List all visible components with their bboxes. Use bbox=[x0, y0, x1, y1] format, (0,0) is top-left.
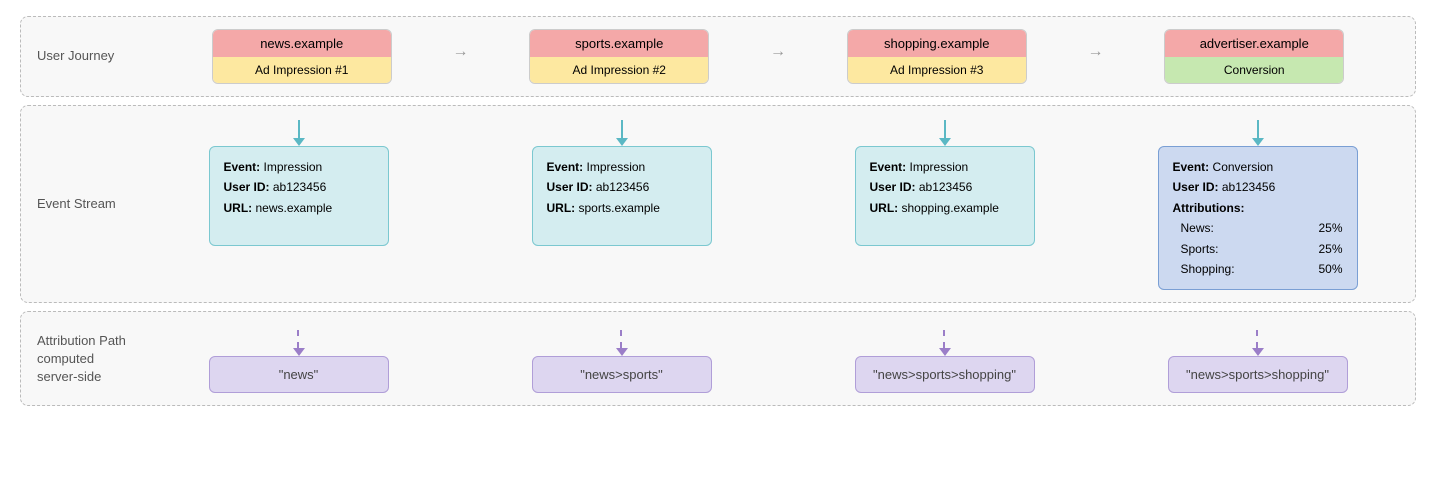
journey-event-1: Ad Impression #1 bbox=[213, 57, 391, 83]
attrib-box-4: "news>sports>shopping" bbox=[1168, 356, 1348, 393]
event-4-sports: Sports:25% bbox=[1173, 239, 1343, 259]
event-1-url: URL: news.example bbox=[224, 198, 374, 218]
attrib-step-3: "news>sports>shopping" bbox=[803, 324, 1086, 393]
user-journey-section: User Journey news.example Ad Impression … bbox=[20, 16, 1416, 97]
journey-step-4: advertiser.example Conversion bbox=[1110, 29, 1400, 84]
purple-arrow-1 bbox=[293, 328, 305, 356]
journey-step-3: shopping.example Ad Impression #3 bbox=[792, 29, 1082, 84]
purple-arrow-4 bbox=[1252, 328, 1264, 356]
event-step-4: Event: Conversion User ID: ab123456 Attr… bbox=[1116, 118, 1399, 290]
teal-arrow-1 bbox=[293, 118, 305, 146]
event-step-2: Event: Impression User ID: ab123456 URL:… bbox=[480, 118, 763, 290]
event-3-event: Event: Impression bbox=[870, 157, 1020, 177]
journey-event-2: Ad Impression #2 bbox=[530, 57, 708, 83]
attrib-box-3: "news>sports>shopping" bbox=[855, 356, 1035, 393]
journey-site-2: sports.example bbox=[530, 30, 708, 57]
event-box-2: Event: Impression User ID: ab123456 URL:… bbox=[532, 146, 712, 246]
event-2-event: Event: Impression bbox=[547, 157, 697, 177]
journey-event-3: Ad Impression #3 bbox=[848, 57, 1026, 83]
attrib-box-1: "news" bbox=[209, 356, 389, 393]
event-step-1: Event: Impression User ID: ab123456 URL:… bbox=[157, 118, 440, 290]
event-1-event: Event: Impression bbox=[224, 157, 374, 177]
attrib-step-4: "news>sports>shopping" bbox=[1116, 324, 1399, 393]
event-box-1: Event: Impression User ID: ab123456 URL:… bbox=[209, 146, 389, 246]
journey-arrow-3: → bbox=[1082, 43, 1110, 71]
teal-arrow-4 bbox=[1252, 118, 1264, 146]
event-stream-label: Event Stream bbox=[37, 118, 157, 290]
event-box-3: Event: Impression User ID: ab123456 URL:… bbox=[855, 146, 1035, 246]
event-4-news: News:25% bbox=[1173, 218, 1343, 238]
user-journey-label: User Journey bbox=[37, 29, 157, 84]
event-4-userid: User ID: ab123456 bbox=[1173, 177, 1343, 197]
journey-step-2: sports.example Ad Impression #2 bbox=[475, 29, 765, 84]
journey-site-1: news.example bbox=[213, 30, 391, 57]
diagram: User Journey news.example Ad Impression … bbox=[0, 0, 1436, 430]
attribution-content: "news" "news>sports" "news>sports>shoppi… bbox=[157, 324, 1399, 393]
attribution-section: Attribution Path computed server-side "n… bbox=[20, 311, 1416, 406]
spacer-3 bbox=[1086, 118, 1116, 290]
event-box-4: Event: Conversion User ID: ab123456 Attr… bbox=[1158, 146, 1358, 290]
journey-box-1: news.example Ad Impression #1 bbox=[212, 29, 392, 84]
spacer-2 bbox=[763, 118, 803, 290]
event-stream-section: Event Stream Event: Impression User ID: … bbox=[20, 105, 1416, 303]
attrib-step-1: "news" bbox=[157, 324, 440, 393]
journey-arrow-2: → bbox=[764, 43, 792, 71]
teal-arrow-2 bbox=[616, 118, 628, 146]
event-3-url: URL: shopping.example bbox=[870, 198, 1020, 218]
journey-event-4: Conversion bbox=[1165, 57, 1343, 83]
attribution-label: Attribution Path computed server-side bbox=[37, 324, 157, 393]
event-content: Event: Impression User ID: ab123456 URL:… bbox=[157, 118, 1399, 290]
journey-box-2: sports.example Ad Impression #2 bbox=[529, 29, 709, 84]
purple-arrow-3 bbox=[939, 328, 951, 356]
attrib-step-2: "news>sports" bbox=[480, 324, 763, 393]
teal-arrow-3 bbox=[939, 118, 951, 146]
journey-box-4: advertiser.example Conversion bbox=[1164, 29, 1344, 84]
event-4-event: Event: Conversion bbox=[1173, 157, 1343, 177]
event-2-userid: User ID: ab123456 bbox=[547, 177, 697, 197]
journey-site-3: shopping.example bbox=[848, 30, 1026, 57]
event-1-userid: User ID: ab123456 bbox=[224, 177, 374, 197]
spacer-1 bbox=[440, 118, 480, 290]
event-step-3: Event: Impression User ID: ab123456 URL:… bbox=[803, 118, 1086, 290]
journey-site-4: advertiser.example bbox=[1165, 30, 1343, 57]
journey-box-3: shopping.example Ad Impression #3 bbox=[847, 29, 1027, 84]
purple-arrow-2 bbox=[616, 328, 628, 356]
event-2-url: URL: sports.example bbox=[547, 198, 697, 218]
event-4-shopping: Shopping:50% bbox=[1173, 259, 1343, 279]
attrib-box-2: "news>sports" bbox=[532, 356, 712, 393]
event-3-userid: User ID: ab123456 bbox=[870, 177, 1020, 197]
journey-step-1: news.example Ad Impression #1 bbox=[157, 29, 447, 84]
event-4-attributions-label: Attributions: bbox=[1173, 198, 1343, 218]
journey-arrow-1: → bbox=[447, 43, 475, 71]
journey-content: news.example Ad Impression #1 → sports.e… bbox=[157, 29, 1399, 84]
